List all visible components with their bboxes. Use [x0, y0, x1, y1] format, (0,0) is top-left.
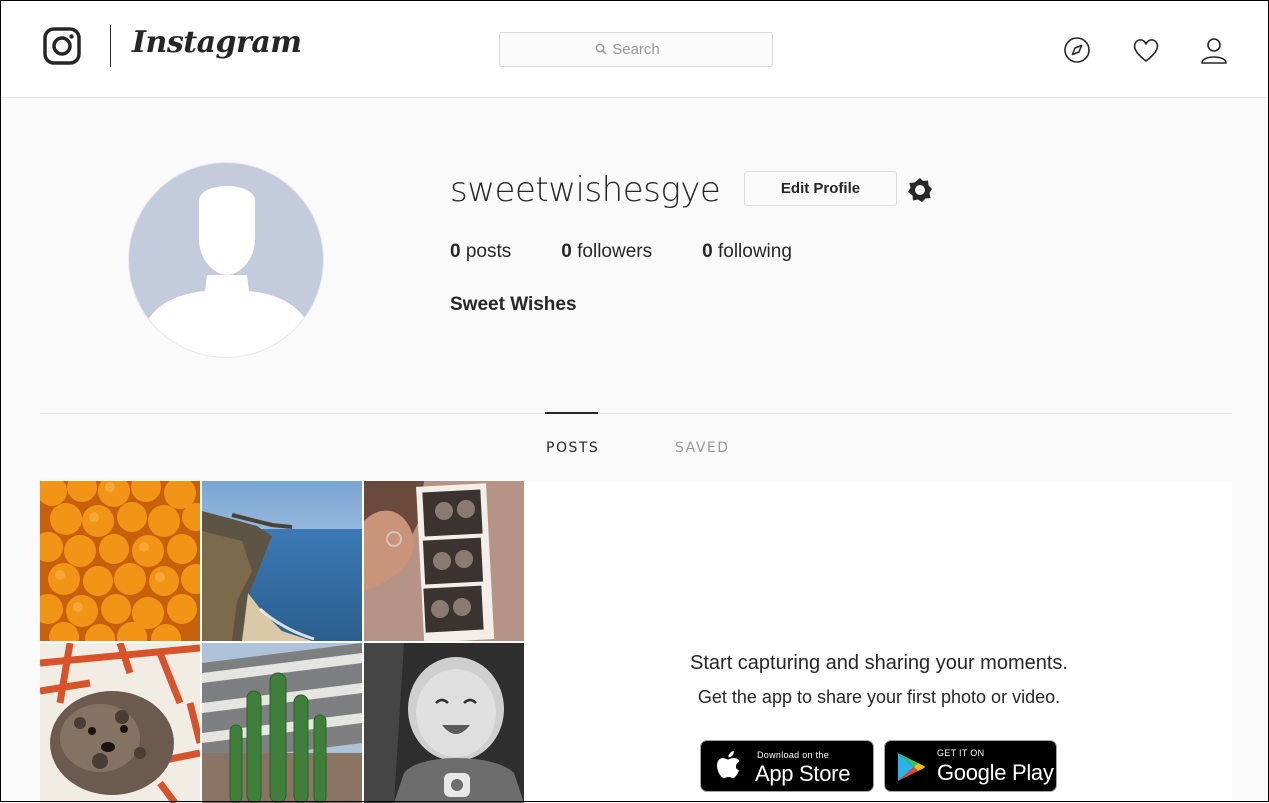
followers-stat[interactable]: 0 followers [561, 241, 652, 263]
apple-icon [717, 751, 740, 778]
sample-photo-cactus [202, 643, 362, 803]
compass-icon[interactable] [1062, 35, 1092, 65]
followers-count: 0 [561, 241, 572, 262]
top-nav-bar: Instagram [1, 1, 1268, 98]
app-store-button[interactable]: Download on the App Store [700, 740, 874, 792]
following-label: following [717, 241, 792, 262]
posts-label: posts [465, 241, 512, 262]
search-box[interactable] [499, 32, 773, 67]
search-input[interactable] [500, 40, 772, 59]
google-play-small-text: GET IT ON [937, 748, 985, 758]
instagram-glyph-icon[interactable] [43, 27, 81, 65]
app-store-big-text: App Store [755, 761, 851, 786]
google-play-button[interactable]: GET IT ON Google Play [884, 740, 1057, 792]
google-play-big-text: Google Play [937, 760, 1054, 785]
sample-photo-oranges [40, 481, 200, 641]
profile-full-name: Sweet Wishes [450, 294, 577, 315]
sample-photo-photobooth-strip [364, 481, 524, 641]
tab-posts[interactable]: POSTS [546, 440, 599, 456]
edit-profile-button[interactable]: Edit Profile [744, 171, 897, 206]
google-play-icon [898, 753, 925, 781]
posts-stat: 0 posts [450, 241, 511, 263]
heart-icon[interactable] [1131, 35, 1161, 65]
sample-photo-dog [40, 643, 200, 803]
avatar[interactable] [128, 162, 324, 358]
following-stat[interactable]: 0 following [702, 241, 792, 263]
search-icon [595, 43, 607, 55]
gear-icon[interactable] [905, 175, 935, 205]
tab-saved[interactable]: SAVED [675, 440, 730, 456]
sample-photo-coastline [202, 481, 362, 641]
instagram-wordmark[interactable]: Instagram [132, 25, 302, 60]
sample-photo-baby [364, 643, 524, 803]
active-tab-indicator [545, 412, 598, 414]
header-divider [110, 25, 111, 67]
tabs-divider [40, 413, 1232, 414]
following-count: 0 [702, 241, 713, 262]
person-icon[interactable] [1199, 35, 1229, 65]
promo-title: Start capturing and sharing your moments… [690, 652, 1068, 674]
profile-username: sweetwishesgye [450, 170, 721, 210]
promo-subtitle: Get the app to share your first photo or… [697, 687, 1061, 707]
app-store-small-text: Download on the [757, 750, 830, 760]
followers-label: followers [577, 241, 653, 262]
posts-count: 0 [450, 241, 461, 262]
profile-stats: 0 posts 0 followers 0 following [450, 241, 842, 263]
default-avatar-silhouette [141, 186, 313, 357]
